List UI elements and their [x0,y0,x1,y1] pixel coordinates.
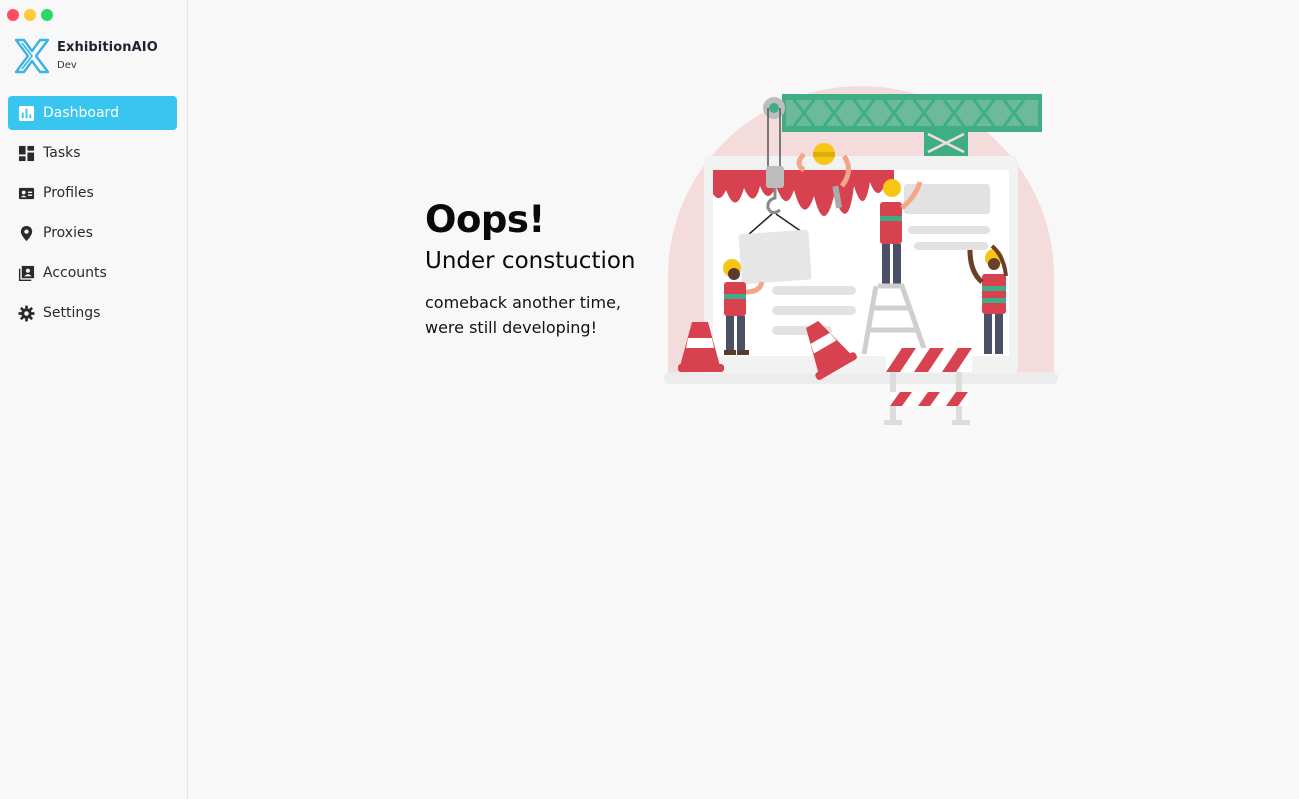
grid-icon [17,144,35,162]
sidebar-item-dashboard[interactable]: Dashboard [8,96,177,130]
sidebar-item-label: Tasks [43,145,81,161]
app-environment: Dev [57,60,77,71]
sidebar-item-label: Accounts [43,265,107,281]
sidebar: ExhibitionAIO Dev Dashboard Tasks Profil… [0,0,188,799]
page-message: comeback another time, were still develo… [425,293,622,337]
road-barrier [884,348,972,425]
sidebar-item-label: Profiles [43,185,94,201]
page-title: Oops! [425,198,545,241]
contact-icon [17,264,35,282]
main-content: Oops! Under constuction comeback another… [425,198,645,340]
sidebar-item-tasks[interactable]: Tasks [8,136,177,170]
gear-icon [17,304,35,322]
id-card-icon [17,184,35,202]
sidebar-item-settings[interactable]: Settings [8,296,177,330]
sidebar-item-proxies[interactable]: Proxies [8,216,177,250]
sidebar-item-accounts[interactable]: Accounts [8,256,177,290]
sidebar-nav: Dashboard Tasks Profiles Proxies Account… [8,96,177,336]
under-construction-illustration [664,86,1058,425]
sidebar-item-label: Settings [43,305,101,321]
window-controls [7,9,53,21]
bar-chart-icon [17,104,35,122]
maximize-window-button[interactable] [41,9,53,21]
page-subtitle: Under constuction [425,248,636,274]
sidebar-item-label: Dashboard [43,105,119,121]
x-logo-icon [14,38,50,74]
close-window-button[interactable] [7,9,19,21]
minimize-window-button[interactable] [24,9,36,21]
brand: ExhibitionAIO Dev [14,38,158,74]
app-name: ExhibitionAIO [57,40,158,55]
sidebar-item-profiles[interactable]: Profiles [8,176,177,210]
map-pin-icon [17,224,35,242]
sidebar-item-label: Proxies [43,225,93,241]
